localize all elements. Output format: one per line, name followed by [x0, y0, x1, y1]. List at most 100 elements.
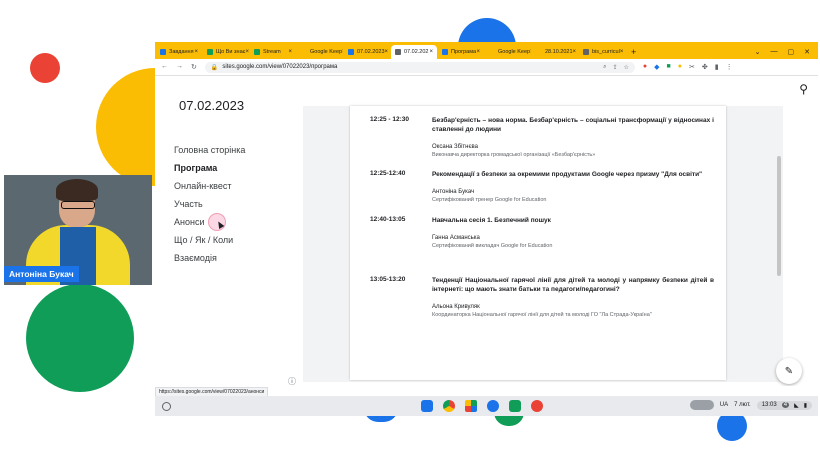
- browser-tab[interactable]: Що Ви знає ×: [203, 45, 249, 59]
- tab-label: 28.10.2021: [545, 49, 573, 55]
- extension-icon[interactable]: ●: [678, 63, 682, 71]
- keyboard-language[interactable]: UA: [720, 402, 728, 408]
- new-tab-button[interactable]: +: [631, 47, 636, 57]
- meet-icon[interactable]: [509, 400, 521, 412]
- browser-tab[interactable]: Завдання ×: [156, 45, 202, 59]
- info-icon[interactable]: ⓘ: [288, 376, 296, 386]
- os-shelf: UA 7 лют. 13:03 4 ◣ ▮: [155, 396, 818, 416]
- browser-tab[interactable]: Програма ×: [438, 45, 484, 59]
- bookmark-star-icon[interactable]: ☆: [623, 64, 628, 71]
- lock-icon: 🔒: [210, 64, 219, 71]
- pencil-icon: ✎: [784, 365, 794, 377]
- deco-red-circle: [30, 53, 60, 83]
- files-icon[interactable]: [487, 400, 499, 412]
- chrome-icon[interactable]: [443, 400, 455, 412]
- tab-close-icon[interactable]: ×: [429, 49, 433, 55]
- tab-close-icon[interactable]: ×: [476, 49, 480, 55]
- minimize-icon[interactable]: —: [771, 48, 778, 56]
- back-icon[interactable]: ←: [161, 63, 168, 71]
- extension-icon[interactable]: ●: [643, 63, 647, 71]
- page-content: 07.02.2023 ⚲ Головна сторінка Програма Онл…: [155, 76, 818, 386]
- glasses: [61, 201, 95, 209]
- tab-close-icon[interactable]: ×: [530, 49, 531, 55]
- site-nav-item[interactable]: Головна сторінка: [174, 141, 245, 159]
- site-nav-item[interactable]: Що / Як / Коли: [174, 231, 245, 249]
- tab-favicon-icon: [536, 49, 542, 55]
- tab-close-icon[interactable]: ×: [342, 49, 343, 55]
- site-nav-item[interactable]: Онлайн-квест: [174, 177, 245, 195]
- chevron-down-icon[interactable]: ⌄: [755, 48, 761, 56]
- forward-icon[interactable]: →: [176, 63, 183, 71]
- program-document: 12:25 - 12:30 Безбар'єрність – нова норма…: [350, 106, 726, 380]
- scrollbar[interactable]: [777, 156, 781, 276]
- speaker-name: Оксана Збітнєва: [432, 144, 478, 150]
- tab-favicon-icon: [583, 49, 589, 55]
- sidepanel-icon[interactable]: ▮: [715, 63, 719, 71]
- search-icon[interactable]: ⚲: [799, 82, 808, 96]
- tab-close-icon[interactable]: ×: [620, 49, 624, 55]
- tab-favicon-icon: [489, 49, 495, 55]
- share-icon[interactable]: ⇪: [612, 64, 617, 71]
- edit-button[interactable]: ✎: [776, 358, 802, 384]
- close-window-icon[interactable]: ✕: [804, 48, 810, 56]
- launcher-icon[interactable]: [162, 401, 171, 411]
- tab-label: Програма: [451, 49, 477, 55]
- extension-icon[interactable]: ◆: [654, 63, 659, 71]
- browser-tab[interactable]: Google Keep×: [485, 45, 531, 59]
- quick-settings[interactable]: 13:03 4 ◣ ▮: [756, 400, 812, 410]
- tab-close-icon[interactable]: ×: [194, 49, 198, 55]
- window-controls: ⌄ — ▢ ✕: [755, 48, 818, 56]
- speaker-name: Ганна Асманська: [432, 235, 480, 241]
- battery-icon: ▮: [803, 402, 807, 409]
- browser-tab-strip: Завдання×Що Ви знає×Stream×Google Keep×0…: [155, 42, 818, 59]
- extension-icon[interactable]: ✂: [689, 63, 695, 71]
- session-time: 12:25-12:40: [370, 170, 406, 177]
- session-title: Безбар'єрність – нова норма. Безбар'єрні…: [432, 117, 714, 133]
- tab-close-icon[interactable]: ×: [385, 49, 389, 55]
- browser-tab[interactable]: 07.02.2023 ×: [344, 45, 390, 59]
- tab-close-icon[interactable]: ×: [573, 49, 577, 55]
- tab-label: bis_curricul: [592, 49, 620, 55]
- screencast-icon[interactable]: [531, 400, 543, 412]
- session-body: Безбар'єрність – нова норма. Безбар'єрні…: [432, 116, 714, 159]
- session-body: Рекомендації з безпеки за окремими проду…: [432, 170, 714, 204]
- tab-label: 07.02.2023: [357, 49, 385, 55]
- avatar[interactable]: [689, 400, 714, 410]
- deco-green-circle: [26, 284, 134, 392]
- session-title: Навчальна сесія 1. Безпечний пошук: [432, 217, 551, 224]
- reload-icon[interactable]: ↻: [191, 63, 197, 71]
- tab-label: Google Keep: [498, 49, 531, 55]
- speaker-role: Координаторка Національної гарячої лінії…: [432, 312, 652, 318]
- notification-badge: 4: [781, 402, 790, 408]
- address-bar[interactable]: 🔒 sites.google.com/view/07022023/програм…: [204, 61, 635, 73]
- clock: 13:03: [761, 402, 777, 408]
- search-icon[interactable]: ⌕: [603, 64, 606, 71]
- browser-tab[interactable]: 28.10.2021 ×: [532, 45, 578, 59]
- tab-favicon-icon: [442, 49, 448, 55]
- browser-tab[interactable]: Stream ×: [250, 45, 296, 59]
- browser-tab[interactable]: bis_curricul ×: [579, 45, 625, 59]
- puzzle-icon[interactable]: ✤: [702, 63, 708, 71]
- files-app-icon[interactable]: [421, 400, 433, 412]
- play-store-icon[interactable]: [465, 400, 477, 412]
- tab-close-icon[interactable]: ×: [245, 49, 249, 55]
- tab-label: Google Keep: [310, 49, 343, 55]
- menu-dots-icon[interactable]: ⋮: [726, 63, 733, 71]
- site-nav-item[interactable]: Взаємодія: [174, 249, 245, 267]
- browser-tab[interactable]: 07.02.202 ×: [391, 45, 437, 59]
- site-nav-item[interactable]: Програма: [174, 159, 245, 177]
- browser-tab[interactable]: Google Keep×: [297, 45, 343, 59]
- date-label: 7 лют.: [734, 402, 751, 408]
- speaker-role: Сертифікований викладач Google for Educa…: [432, 243, 553, 249]
- site-nav-item[interactable]: Участь: [174, 195, 245, 213]
- speaker-role: Виконавча директорка громадської організ…: [432, 152, 596, 158]
- session-time: 12:25 - 12:30: [370, 116, 410, 123]
- speaker-name: Антоніна Букач: [432, 189, 475, 195]
- tab-favicon-icon: [254, 49, 260, 55]
- tab-label: Що Ви знає: [216, 49, 246, 55]
- tab-label: Завдання: [169, 49, 194, 55]
- address-url: sites.google.com/view/07022023/програма: [222, 64, 338, 70]
- maximize-icon[interactable]: ▢: [788, 48, 795, 56]
- extension-icon[interactable]: ■: [667, 63, 671, 71]
- tab-close-icon[interactable]: ×: [288, 49, 292, 55]
